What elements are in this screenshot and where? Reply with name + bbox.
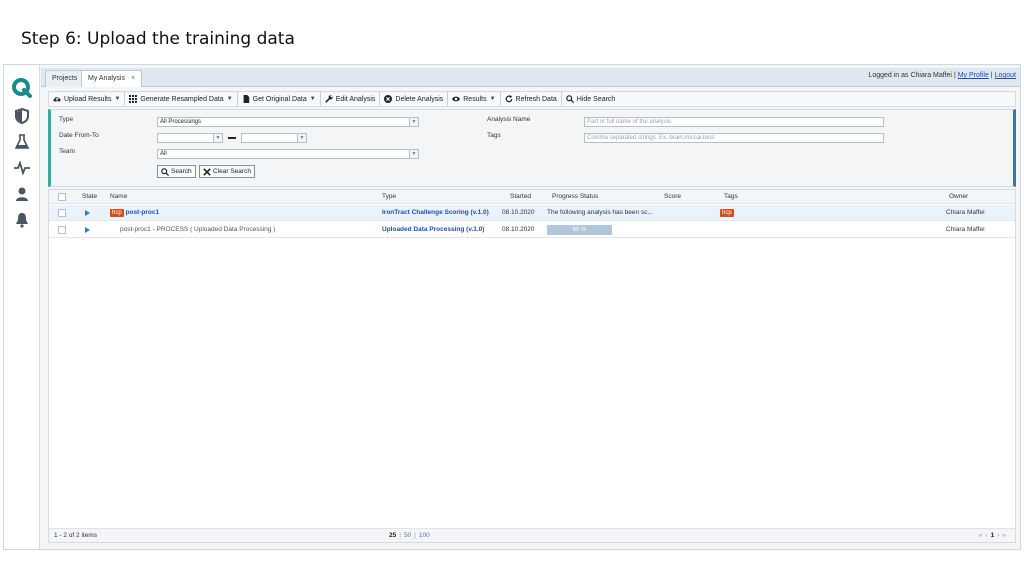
chevron-down-icon[interactable]: ▼ bbox=[213, 134, 222, 142]
page-size-selector: 25 | 50 | 100 bbox=[389, 532, 430, 539]
user-bar: Logged in as Chiara Maffei | My Profile … bbox=[868, 72, 1016, 79]
page-size-100[interactable]: 100 bbox=[419, 532, 430, 539]
upload-results-button[interactable]: Upload Results ▼ bbox=[49, 92, 126, 106]
chevron-down-icon[interactable]: ▼ bbox=[409, 150, 418, 158]
chevron-down-icon: ▼ bbox=[489, 96, 496, 102]
col-name[interactable]: Name bbox=[107, 190, 127, 204]
row-type[interactable]: Uploaded Data Processing (v.1.0) bbox=[379, 222, 484, 238]
my-profile-link[interactable]: My Profile bbox=[958, 72, 989, 79]
app-window: Projects My Analysis × Logged in as Chiar… bbox=[3, 64, 1021, 550]
select-all-checkbox[interactable] bbox=[58, 193, 66, 201]
grid-icon bbox=[129, 95, 138, 103]
analysis-name-label: Analysis Name bbox=[487, 116, 531, 123]
tags-label: Tags bbox=[487, 132, 501, 139]
qmenta-logo-icon[interactable] bbox=[11, 77, 33, 99]
toolbar: Upload Results ▼ Generate Resampled Data ▼… bbox=[48, 91, 1016, 107]
row-score bbox=[661, 205, 664, 221]
bell-icon[interactable] bbox=[13, 211, 31, 229]
edit-analysis-button[interactable]: Edit Analysis bbox=[321, 92, 381, 106]
grid-footer: 1 - 2 of 2 items 25 | 50 | 100 «‹1›» bbox=[49, 528, 1015, 542]
progress-bar: 60 % bbox=[547, 225, 612, 235]
col-owner[interactable]: Owner bbox=[946, 190, 968, 204]
generate-resampled-button[interactable]: Generate Resampled Data ▼ bbox=[125, 92, 238, 106]
team-select[interactable]: All ▼ bbox=[157, 149, 419, 159]
analysis-name-input[interactable]: Part or full name of the analysis bbox=[584, 117, 884, 127]
tag-badge: hcp bbox=[720, 209, 734, 217]
page-size-50[interactable]: 50 bbox=[404, 532, 411, 539]
icon-sidebar bbox=[4, 65, 40, 549]
analysis-grid: State Name Type Started Progress Status … bbox=[48, 189, 1016, 543]
row-owner: Chiara Maffei bbox=[946, 226, 985, 233]
chevron-down-icon: ▼ bbox=[114, 96, 121, 102]
clear-search-button[interactable]: Clear Search bbox=[199, 165, 255, 178]
row-tags: hcp bbox=[717, 205, 734, 221]
tab-bar: Projects My Analysis × Logged in as Chiar… bbox=[41, 68, 1020, 87]
table-row[interactable]: hcp post-proc1 IronTract Challenge Scori… bbox=[49, 205, 1015, 221]
activity-icon[interactable] bbox=[13, 159, 31, 177]
date-range-dash bbox=[228, 137, 236, 139]
chevron-down-icon: ▼ bbox=[309, 96, 316, 102]
close-tab-icon[interactable]: × bbox=[131, 75, 135, 82]
chevron-down-icon[interactable]: ▼ bbox=[297, 134, 306, 142]
user-icon[interactable] bbox=[13, 185, 31, 203]
file-icon bbox=[243, 95, 249, 103]
wrench-icon bbox=[324, 95, 333, 103]
team-label: Team bbox=[59, 148, 75, 155]
grid-header: State Name Type Started Progress Status … bbox=[49, 190, 1015, 204]
item-count: 1 - 2 of 2 items bbox=[54, 532, 97, 539]
eye-icon bbox=[452, 96, 461, 102]
date-to-field[interactable]: ▼ bbox=[241, 133, 307, 143]
logout-link[interactable]: Logout bbox=[995, 72, 1016, 79]
tags-input[interactable]: Comma separated strings. Ex: brain,micca… bbox=[584, 133, 884, 143]
hcp-badge: hcp bbox=[110, 209, 124, 217]
row-owner: Chiara Maffei bbox=[946, 209, 985, 216]
row-type[interactable]: IronTract Challenge Scoring (v.1.0) bbox=[379, 205, 489, 221]
play-icon[interactable] bbox=[85, 210, 90, 216]
row-checkbox[interactable] bbox=[58, 209, 66, 217]
row-started: 08.10.2020 bbox=[502, 209, 535, 216]
delete-circle-icon bbox=[384, 95, 393, 103]
tab-my-analysis[interactable]: My Analysis × bbox=[81, 70, 143, 87]
chevron-down-icon[interactable]: ▼ bbox=[409, 118, 418, 126]
col-tags[interactable]: Tags bbox=[721, 190, 738, 204]
date-from-field[interactable]: ▼ bbox=[157, 133, 223, 143]
flask-icon[interactable] bbox=[13, 133, 31, 151]
delete-analysis-button[interactable]: Delete Analysis bbox=[380, 92, 449, 106]
row-progress-status: The following analysis has been sc... bbox=[547, 209, 653, 216]
refresh-icon bbox=[505, 95, 512, 103]
last-page-icon[interactable]: » bbox=[1002, 532, 1009, 539]
col-progress-status[interactable]: Progress Status bbox=[549, 190, 598, 204]
col-state[interactable]: State bbox=[79, 190, 97, 204]
get-original-data-button[interactable]: Get Original Data ▼ bbox=[238, 92, 321, 106]
row-name: hcp post-proc1 bbox=[110, 209, 160, 217]
tab-projects[interactable]: Projects bbox=[45, 70, 85, 87]
slide-title: Step 6: Upload the training data bbox=[21, 29, 295, 49]
type-select[interactable]: All Processings ▼ bbox=[157, 117, 419, 127]
type-label: Type bbox=[59, 116, 74, 123]
search-icon bbox=[565, 95, 574, 103]
col-type[interactable]: Type bbox=[379, 190, 396, 204]
shield-icon[interactable] bbox=[13, 107, 31, 125]
user-name: Chiara Maffei bbox=[910, 72, 952, 79]
row-checkbox[interactable] bbox=[58, 226, 66, 234]
date-from-to-label: Date From-To bbox=[59, 132, 99, 139]
col-started[interactable]: Started bbox=[507, 190, 531, 204]
pagination: «‹1›» bbox=[979, 532, 1009, 539]
table-row[interactable]: post-proc1 - PROCESS ( Uploaded Data Pro… bbox=[49, 222, 1015, 238]
close-icon bbox=[203, 167, 211, 176]
search-icon bbox=[161, 167, 169, 176]
results-button[interactable]: Results ▼ bbox=[448, 92, 501, 106]
refresh-data-button[interactable]: Refresh Data bbox=[501, 92, 562, 106]
page-size-25[interactable]: 25 bbox=[389, 532, 396, 539]
search-panel: Type All Processings ▼ Date From-To ▼ ▼ … bbox=[48, 109, 1016, 187]
hide-search-button[interactable]: Hide Search bbox=[562, 92, 620, 106]
row-name: post-proc1 - PROCESS ( Uploaded Data Pro… bbox=[120, 226, 276, 233]
play-icon[interactable] bbox=[85, 227, 90, 233]
search-button[interactable]: Search bbox=[157, 165, 196, 178]
col-score[interactable]: Score bbox=[661, 190, 681, 204]
cloud-upload-icon bbox=[53, 97, 61, 102]
chevron-down-icon: ▼ bbox=[226, 96, 233, 102]
row-started: 08.10.2020 bbox=[502, 226, 535, 233]
